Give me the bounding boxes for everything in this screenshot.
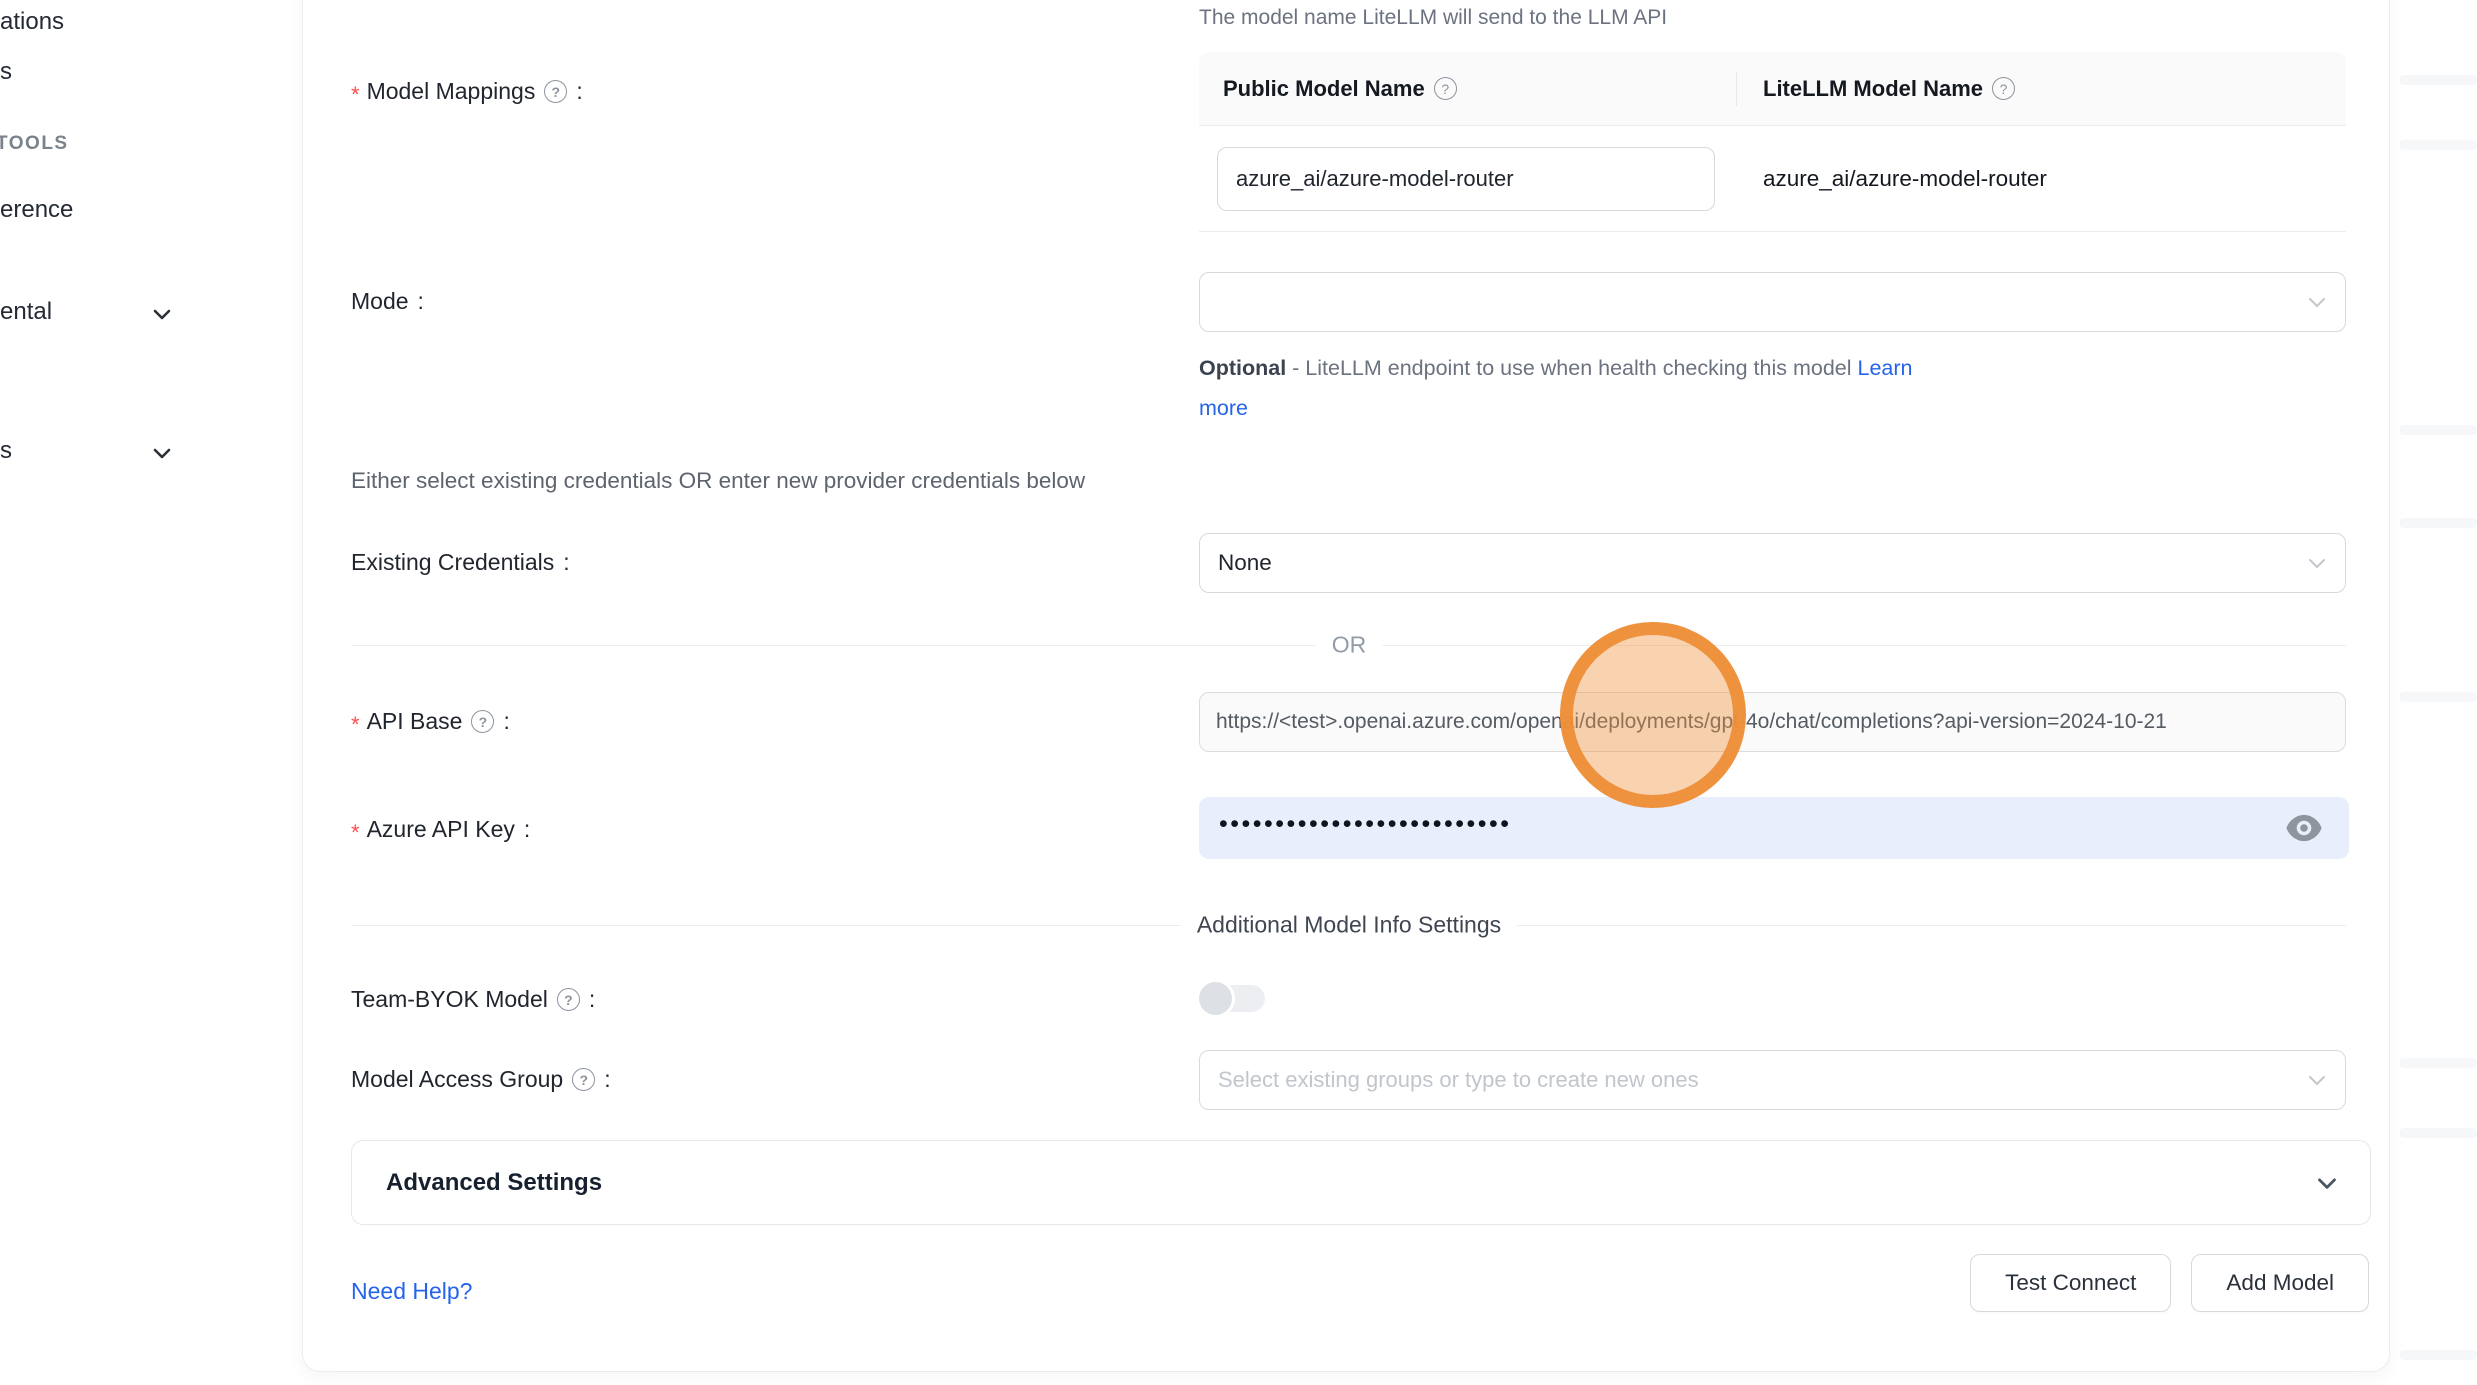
add-model-button[interactable]: Add Model bbox=[2191, 1254, 2369, 1312]
existing-credentials-value: None bbox=[1218, 550, 1272, 576]
chevron-down-icon bbox=[2305, 290, 2329, 314]
litellm-model-name-helper: The model name LiteLLM will send to the … bbox=[1199, 6, 1667, 30]
sidebar-item-experimental[interactable]: ental bbox=[0, 298, 52, 326]
mode-label: Mode : bbox=[351, 288, 424, 315]
litellm-model-name-header: LiteLLM Model Name ? bbox=[1737, 76, 2346, 102]
table-header: Public Model Name ? LiteLLM Model Name ? bbox=[1199, 52, 2346, 126]
bg-row-line bbox=[2400, 425, 2477, 435]
bg-row-line bbox=[2400, 1058, 2477, 1068]
or-divider-label: OR bbox=[1316, 632, 1383, 659]
mode-select[interactable] bbox=[1199, 272, 2346, 332]
sidebar-item[interactable]: s bbox=[0, 58, 12, 86]
test-connect-button[interactable]: Test Connect bbox=[1970, 1254, 2171, 1312]
section-divider-label: Additional Model Info Settings bbox=[1181, 912, 1517, 939]
model-mappings-label: * Model Mappings ? : bbox=[351, 78, 583, 105]
advanced-settings-panel[interactable]: Advanced Settings bbox=[351, 1140, 2371, 1225]
bg-row-line bbox=[2400, 692, 2477, 702]
team-byok-toggle[interactable] bbox=[1201, 984, 1265, 1013]
add-model-card: The model name LiteLLM will send to the … bbox=[302, 0, 2390, 1372]
model-access-group-select[interactable] bbox=[1199, 1050, 2346, 1110]
model-access-group-label: Model Access Group ? : bbox=[351, 1066, 611, 1093]
litellm-model-name-value: azure_ai/azure-model-router bbox=[1763, 166, 2047, 192]
need-help-link[interactable]: Need Help? bbox=[351, 1278, 472, 1305]
help-icon[interactable]: ? bbox=[471, 710, 494, 733]
help-icon[interactable]: ? bbox=[1434, 77, 1457, 100]
public-model-name-header: Public Model Name ? bbox=[1199, 72, 1737, 106]
bg-row-line bbox=[2400, 140, 2477, 150]
api-base-input[interactable]: https://<test>.openai.azure.com/openai/d… bbox=[1199, 692, 2346, 752]
bg-row-line bbox=[2400, 1350, 2477, 1360]
help-icon[interactable]: ? bbox=[572, 1068, 595, 1091]
sidebar-item-settings[interactable]: s bbox=[0, 437, 12, 465]
chevron-down-icon[interactable] bbox=[150, 441, 174, 465]
advanced-settings-title: Advanced Settings bbox=[386, 1169, 602, 1197]
chevron-down-icon[interactable] bbox=[150, 302, 174, 326]
table-row: azure_ai/azure-model-router bbox=[1199, 126, 2346, 232]
azure-api-key-input[interactable]: •••••••••••••••••••••••••• bbox=[1199, 797, 2349, 859]
mode-help-text: Optional - LiteLLM endpoint to use when … bbox=[1199, 348, 2029, 428]
api-base-label: * API Base ? : bbox=[351, 708, 510, 735]
toggle-knob bbox=[1199, 982, 1232, 1015]
help-icon[interactable]: ? bbox=[557, 988, 580, 1011]
add-model-page: ations s TOOLS erence ental s The model … bbox=[0, 0, 2477, 1385]
bg-row-line bbox=[2400, 75, 2477, 85]
required-marker: * bbox=[351, 712, 360, 738]
required-marker: * bbox=[351, 820, 360, 846]
masked-key-value: •••••••••••••••••••••••••• bbox=[1219, 810, 1512, 839]
help-icon[interactable]: ? bbox=[544, 80, 567, 103]
model-access-group-input[interactable] bbox=[1218, 1067, 2272, 1093]
sidebar-item-organizations[interactable]: ations bbox=[0, 8, 64, 36]
public-model-name-input[interactable] bbox=[1217, 147, 1715, 211]
footer-buttons: Test Connect Add Model bbox=[1970, 1254, 2369, 1312]
model-mappings-table: Public Model Name ? LiteLLM Model Name ?… bbox=[1199, 52, 2346, 232]
sidebar: ations s TOOLS erence ental s bbox=[0, 0, 302, 1385]
team-byok-label: Team-BYOK Model ? : bbox=[351, 986, 595, 1013]
chevron-down-icon bbox=[2305, 551, 2329, 575]
credentials-note: Either select existing credentials OR en… bbox=[351, 468, 1085, 494]
sidebar-item[interactable]: erence bbox=[0, 196, 73, 224]
existing-credentials-label: Existing Credentials : bbox=[351, 549, 570, 576]
required-marker: * bbox=[351, 82, 360, 108]
chevron-down-icon bbox=[2312, 1168, 2342, 1198]
help-icon[interactable]: ? bbox=[1992, 77, 2015, 100]
bg-row-line bbox=[2400, 1128, 2477, 1138]
chevron-down-icon bbox=[2305, 1068, 2329, 1092]
eye-icon[interactable] bbox=[2285, 813, 2323, 843]
sidebar-section-tools: TOOLS bbox=[0, 133, 69, 155]
azure-api-key-label: * Azure API Key : bbox=[351, 816, 530, 843]
existing-credentials-select[interactable]: None bbox=[1199, 533, 2346, 593]
bg-row-line bbox=[2400, 518, 2477, 528]
